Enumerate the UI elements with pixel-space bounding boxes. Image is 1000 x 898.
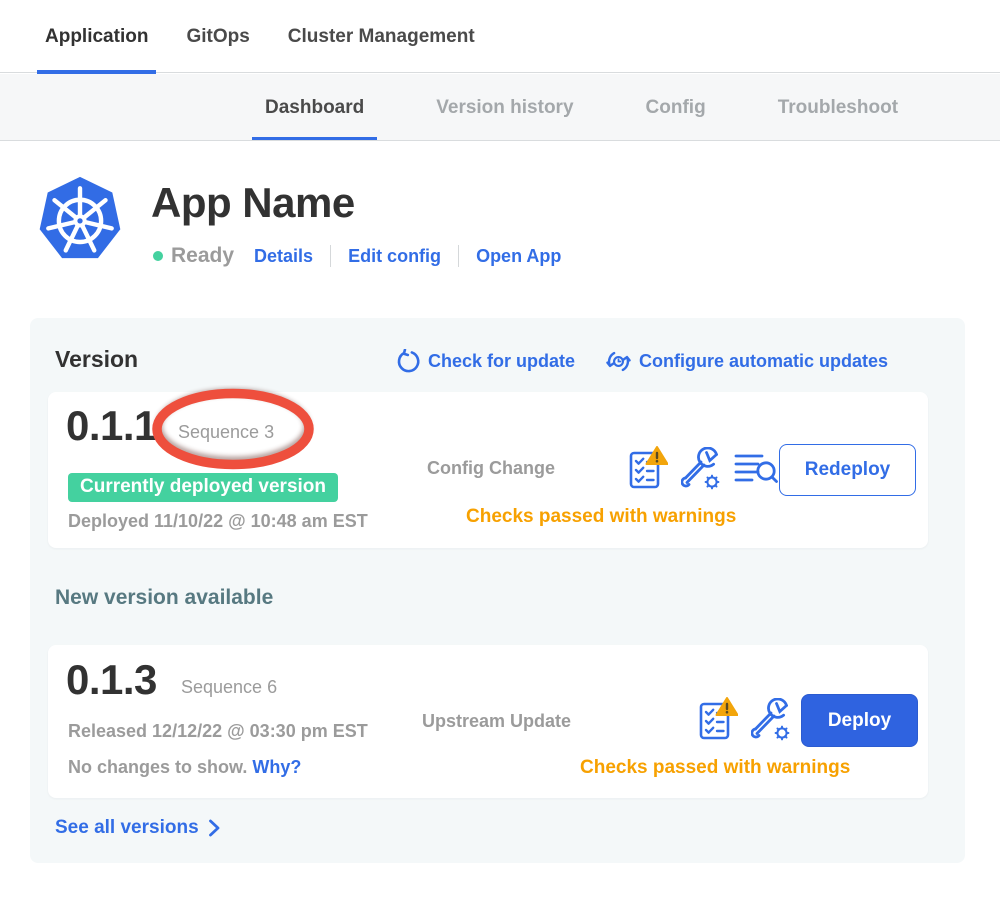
- deployed-version-actions: [628, 443, 778, 495]
- preflight-checks-icon[interactable]: [698, 696, 738, 744]
- tab-config[interactable]: Config: [633, 74, 719, 141]
- tab-dashboard-label: Dashboard: [265, 97, 364, 119]
- tab-gitops[interactable]: GitOps: [178, 0, 257, 73]
- details-link[interactable]: Details: [254, 246, 313, 267]
- deployed-sequence-label: Sequence 3: [178, 422, 274, 443]
- configure-automatic-updates-button[interactable]: Configure automatic updates: [605, 348, 888, 375]
- divider: [458, 245, 459, 267]
- chevron-right-icon: [208, 819, 220, 837]
- deployed-source-label: Config Change: [427, 458, 555, 479]
- tab-config-label: Config: [646, 97, 706, 119]
- top-nav: Application GitOps Cluster Management: [0, 0, 1000, 73]
- kubernetes-logo: [36, 174, 124, 266]
- see-all-versions-label: See all versions: [55, 817, 199, 839]
- tab-gitops-label: GitOps: [186, 26, 249, 48]
- edit-config-icon[interactable]: [681, 447, 721, 491]
- currently-deployed-badge: Currently deployed version: [68, 473, 338, 502]
- refresh-icon: [396, 349, 421, 374]
- deployed-checks-status: Checks passed with warnings: [466, 506, 736, 528]
- tab-cluster-management[interactable]: Cluster Management: [280, 0, 483, 73]
- available-version-actions: [698, 694, 791, 746]
- available-sequence-label: Sequence 6: [181, 677, 277, 698]
- app-title: App Name: [151, 179, 355, 227]
- tab-dashboard[interactable]: Dashboard: [252, 74, 377, 141]
- admin-console-page: Application GitOps Cluster Management Da…: [0, 0, 1000, 898]
- released-timestamp: Released 12/12/22 @ 03:30 pm EST: [68, 721, 368, 742]
- configure-automatic-updates-label: Configure automatic updates: [639, 351, 888, 372]
- edit-config-link[interactable]: Edit config: [348, 246, 441, 267]
- deploy-button[interactable]: Deploy: [801, 694, 918, 747]
- new-version-heading: New version available: [55, 586, 273, 610]
- app-status-row: Ready Details Edit config Open App: [153, 243, 561, 269]
- preflight-checks-icon[interactable]: [628, 445, 668, 493]
- deployed-timestamp: Deployed 11/10/22 @ 10:48 am EST: [68, 511, 368, 532]
- redeploy-button[interactable]: Redeploy: [779, 444, 916, 496]
- tab-troubleshoot-label: Troubleshoot: [778, 97, 898, 119]
- see-all-versions-link[interactable]: See all versions: [55, 817, 220, 839]
- tab-application-label: Application: [45, 26, 148, 48]
- tab-version-history[interactable]: Version history: [423, 74, 586, 141]
- deployed-version-number: 0.1.1: [66, 402, 157, 450]
- tab-cluster-management-label: Cluster Management: [288, 26, 475, 48]
- available-version-number: 0.1.3: [66, 656, 157, 704]
- sub-nav: Dashboard Version history Config Trouble…: [0, 74, 1000, 141]
- open-app-link[interactable]: Open App: [476, 246, 561, 267]
- why-link[interactable]: Why?: [252, 757, 301, 777]
- available-source-label: Upstream Update: [422, 711, 571, 732]
- status-dot-icon: [153, 251, 163, 261]
- available-checks-status: Checks passed with warnings: [580, 757, 850, 779]
- no-changes-label: No changes to show.: [68, 757, 247, 777]
- tab-troubleshoot[interactable]: Troubleshoot: [765, 74, 911, 141]
- update-actions: Check for update Configure automatic upd…: [396, 348, 888, 375]
- no-changes-text: No changes to show. Why?: [68, 757, 301, 778]
- view-diff-icon[interactable]: [734, 451, 778, 487]
- divider: [330, 245, 331, 267]
- check-for-update-label: Check for update: [428, 351, 575, 372]
- auto-update-icon: [605, 348, 632, 375]
- edit-config-icon[interactable]: [751, 698, 791, 742]
- tab-version-history-label: Version history: [436, 97, 573, 119]
- tab-application[interactable]: Application: [37, 0, 156, 73]
- check-for-update-button[interactable]: Check for update: [396, 349, 575, 374]
- version-card-heading: Version: [55, 346, 138, 373]
- app-status: Ready: [171, 244, 234, 268]
